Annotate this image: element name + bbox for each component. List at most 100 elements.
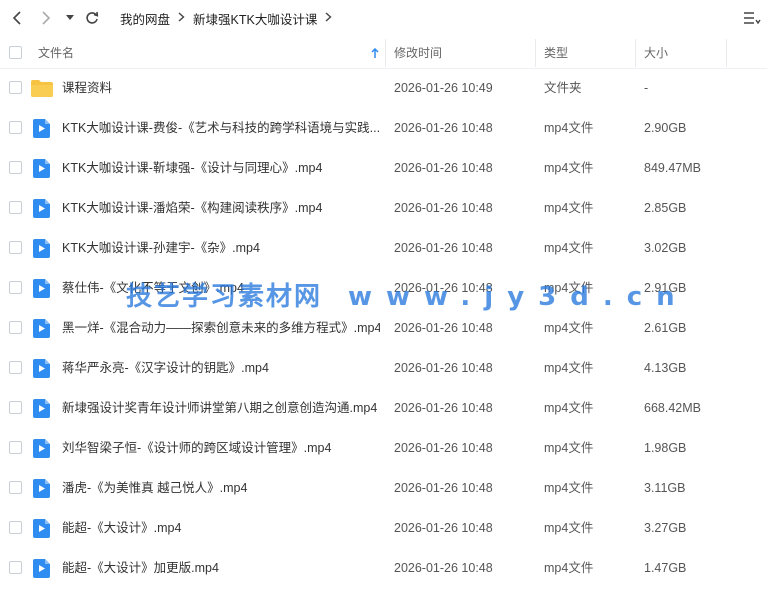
file-row[interactable]: KTK大咖设计课-潘焰荣-《构建阅读秩序》.mp4 2026-01-26 10:4… — [0, 188, 767, 228]
file-name: 蒋华严永亮-《汉字设计的钥匙》.mp4 — [62, 361, 269, 375]
file-type: mp4文件 — [544, 321, 594, 335]
file-row[interactable]: 课程资料 2026-01-26 10:49 文件夹 - — [0, 68, 767, 108]
file-size: 2.91GB — [644, 281, 687, 295]
list-sort-icon — [744, 12, 761, 25]
file-name: KTK大咖设计课-靳埭强-《设计与同理心》.mp4 — [62, 161, 323, 175]
file-size: 3.27GB — [644, 521, 687, 535]
column-header-name[interactable]: 文件名 — [38, 37, 74, 69]
video-file-icon — [33, 519, 50, 538]
file-name: 新埭强设计奖青年设计师讲堂第八期之创意创造沟通.mp4 — [62, 401, 378, 415]
file-size: 2.90GB — [644, 121, 687, 135]
file-modified: 2026-01-26 10:48 — [394, 481, 493, 495]
file-row[interactable]: KTK大咖设计课-孙建宇-《杂》.mp4 2026-01-26 10:48 mp4文… — [0, 228, 767, 268]
video-file-icon — [33, 159, 50, 178]
file-name: 潘虎-《为美惟真 越己悦人》.mp4 — [62, 481, 248, 495]
file-name: 黑一烊-《混合动力——探索创意未来的多维方程式》.mp4 — [62, 321, 380, 335]
file-modified: 2026-01-26 10:48 — [394, 401, 493, 415]
file-type: mp4文件 — [544, 201, 594, 215]
breadcrumb-item-root[interactable]: 我的网盘 — [120, 9, 170, 28]
refresh-icon — [86, 11, 99, 24]
file-modified: 2026-01-26 10:48 — [394, 201, 493, 215]
file-row[interactable]: 能超-《大设计》加更版.mp4 2026-01-26 10:48 mp4文件 1.47… — [0, 548, 767, 588]
video-file-icon — [33, 359, 50, 378]
file-type: mp4文件 — [544, 241, 594, 255]
column-divider[interactable] — [726, 39, 727, 67]
file-row[interactable]: 刘华智梁子恒-《设计师的跨区域设计管理》.mp4 2026-01-26 10:48… — [0, 428, 767, 468]
row-checkbox[interactable] — [9, 161, 22, 174]
caret-down-icon — [66, 15, 74, 20]
row-checkbox[interactable] — [9, 401, 22, 414]
column-header-modified[interactable]: 修改时间 — [394, 37, 442, 69]
view-sort-button[interactable] — [743, 9, 761, 27]
column-divider[interactable] — [635, 39, 636, 67]
column-divider[interactable] — [385, 39, 386, 67]
file-name: KTK大咖设计课-潘焰荣-《构建阅读秩序》.mp4 — [62, 201, 323, 215]
column-header-type[interactable]: 类型 — [544, 37, 568, 69]
file-list-header: 文件名 修改时间 类型 大小 — [0, 37, 767, 69]
file-type: mp4文件 — [544, 561, 594, 575]
file-modified: 2026-01-26 10:48 — [394, 561, 493, 575]
file-type: mp4文件 — [544, 481, 594, 495]
file-row[interactable]: 潘虎-《为美惟真 越己悦人》.mp4 2026-01-26 10:48 mp4文件 3… — [0, 468, 767, 508]
file-row[interactable]: 黑一烊-《混合动力——探索创意未来的多维方程式》.mp4 2026-01-26 1… — [0, 308, 767, 348]
file-type: mp4文件 — [544, 521, 594, 535]
file-size: 1.47GB — [644, 561, 687, 575]
video-file-icon — [33, 279, 50, 298]
file-row[interactable]: 蒋华严永亮-《汉字设计的钥匙》.mp4 2026-01-26 10:48 mp4文件… — [0, 348, 767, 388]
file-row[interactable]: 新埭强设计奖青年设计师讲堂第八期之创意创造沟通.mp4 2026-01-26 10… — [0, 388, 767, 428]
file-modified: 2026-01-26 10:48 — [394, 361, 493, 375]
file-row[interactable]: KTK大咖设计课-靳埭强-《设计与同理心》.mp4 2026-01-26 10:4… — [0, 148, 767, 188]
file-size: 3.02GB — [644, 241, 687, 255]
column-header-size[interactable]: 大小 — [644, 37, 668, 69]
video-file-icon — [33, 199, 50, 218]
breadcrumb-separator-icon — [178, 11, 185, 25]
file-name: 课程资料 — [62, 81, 113, 95]
file-modified: 2026-01-26 10:49 — [394, 81, 493, 95]
breadcrumb-separator-icon — [325, 11, 332, 25]
chevron-left-icon — [12, 11, 21, 25]
row-checkbox[interactable] — [9, 81, 22, 94]
file-modified: 2026-01-26 10:48 — [394, 161, 493, 175]
column-divider[interactable] — [535, 39, 536, 67]
refresh-button[interactable] — [82, 8, 102, 28]
row-checkbox[interactable] — [9, 241, 22, 254]
row-checkbox[interactable] — [9, 201, 22, 214]
row-checkbox[interactable] — [9, 561, 22, 574]
file-name: 刘华智梁子恒-《设计师的跨区域设计管理》.mp4 — [62, 441, 332, 455]
file-row[interactable]: 能超-《大设计》.mp4 2026-01-26 10:48 mp4文件 3.27GB — [0, 508, 767, 548]
video-file-icon — [33, 439, 50, 458]
row-checkbox[interactable] — [9, 441, 22, 454]
file-type: 文件夹 — [544, 81, 582, 95]
arrow-up-icon[interactable] — [371, 48, 379, 59]
file-size: 849.47MB — [644, 161, 701, 175]
history-dropdown-button[interactable] — [62, 8, 78, 28]
row-checkbox[interactable] — [9, 121, 22, 134]
file-modified: 2026-01-26 10:48 — [394, 241, 493, 255]
file-type: mp4文件 — [544, 161, 594, 175]
row-checkbox[interactable] — [9, 281, 22, 294]
file-modified: 2026-01-26 10:48 — [394, 521, 493, 535]
file-row[interactable]: 蔡仕伟-《文化不等于文创》.mp4 2026-01-26 10:48 mp4文件 2.… — [0, 268, 767, 308]
video-file-icon — [33, 479, 50, 498]
breadcrumb: 我的网盘 新埭强KTK大咖设计课 — [120, 0, 340, 36]
forward-button[interactable] — [36, 8, 56, 28]
navigation-bar: 我的网盘 新埭强KTK大咖设计课 — [0, 0, 767, 36]
video-file-icon — [33, 319, 50, 338]
select-all-checkbox[interactable] — [9, 46, 22, 59]
file-row[interactable]: KTK大咖设计课-费俊-《艺术与科技的跨学科语境与实践... 2026-01-26… — [0, 108, 767, 148]
row-checkbox[interactable] — [9, 481, 22, 494]
file-name: KTK大咖设计课-费俊-《艺术与科技的跨学科语境与实践... — [62, 121, 380, 135]
video-file-icon — [33, 119, 50, 138]
row-checkbox[interactable] — [9, 361, 22, 374]
video-file-icon — [33, 559, 50, 578]
file-name: KTK大咖设计课-孙建宇-《杂》.mp4 — [62, 241, 260, 255]
folder-icon — [31, 80, 53, 97]
row-checkbox[interactable] — [9, 321, 22, 334]
file-type: mp4文件 — [544, 441, 594, 455]
video-file-icon — [33, 399, 50, 418]
file-type: mp4文件 — [544, 401, 594, 415]
breadcrumb-item-current[interactable]: 新埭强KTK大咖设计课 — [193, 9, 317, 28]
back-button[interactable] — [8, 8, 28, 28]
row-checkbox[interactable] — [9, 521, 22, 534]
file-type: mp4文件 — [544, 121, 594, 135]
